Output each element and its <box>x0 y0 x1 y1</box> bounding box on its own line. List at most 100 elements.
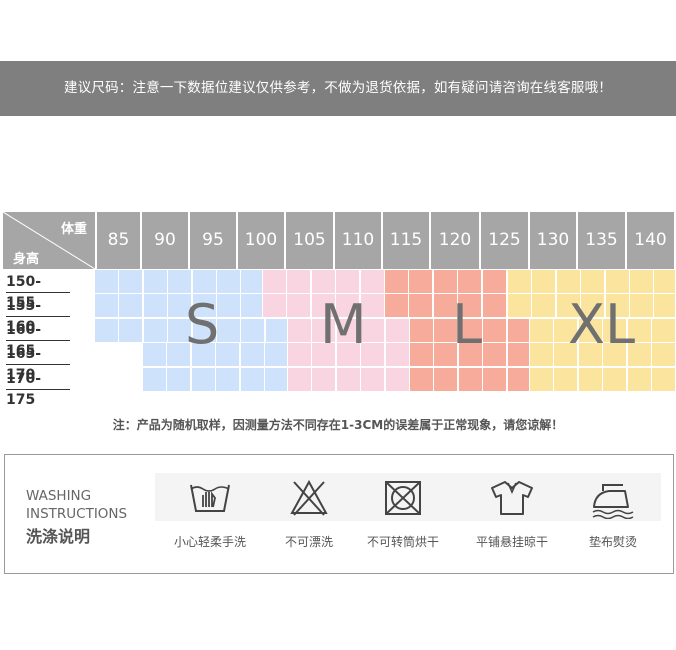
size-cell-s <box>143 343 166 367</box>
hand-wash-icon <box>188 477 232 521</box>
size-cell-l <box>483 318 507 342</box>
size-cell-xl <box>530 318 553 342</box>
weight-header-105: 105 <box>286 212 333 269</box>
size-cell-l <box>409 270 433 293</box>
size-cell-m <box>385 343 409 367</box>
size-cell-m <box>288 343 311 367</box>
size-cell-l <box>483 367 507 391</box>
washing-title-line2: INSTRUCTIONS <box>26 506 128 522</box>
size-cell-l <box>385 294 408 318</box>
size-cell-xl <box>630 270 653 293</box>
size-cell-l <box>482 294 506 318</box>
weight-header-140: 140 <box>627 212 674 269</box>
size-cell-l <box>458 367 482 391</box>
size-letter-l: L <box>452 293 483 356</box>
size-cell-xl <box>654 270 675 293</box>
size-cell-l <box>482 270 506 293</box>
size-cell-xl <box>530 343 553 367</box>
size-cell-s <box>241 294 262 318</box>
washing-instructions-panel: WASHING INSTRUCTIONS 洗涤说明 小心轻柔手洗 不可漂洗 不可… <box>4 454 674 574</box>
size-cell-s <box>95 270 118 293</box>
size-cell-s <box>143 367 166 391</box>
iron-label: 垫布熨烫 <box>588 535 637 549</box>
weight-header-90: 90 <box>142 212 188 269</box>
size-cell-l <box>507 318 529 342</box>
chart-corner-header: 体重 身高 <box>3 212 95 269</box>
size-cell-m <box>287 270 311 293</box>
size-cell-xl <box>532 270 556 293</box>
height-header-label: 身高 <box>13 252 40 267</box>
size-cell-m <box>385 318 409 342</box>
size-cell-s <box>119 270 143 293</box>
weight-header-125: 125 <box>481 212 528 269</box>
size-cell-m <box>288 318 311 342</box>
size-cell-s <box>119 294 143 318</box>
size-cell-m <box>263 270 286 293</box>
size-cell-l <box>385 270 408 293</box>
size-cell-s <box>265 367 287 391</box>
size-cell-l <box>507 367 529 391</box>
weight-header-100: 100 <box>238 212 284 269</box>
size-cell-l <box>410 318 433 342</box>
weight-header-85: 85 <box>97 212 140 269</box>
washing-title-en: WASHING INSTRUCTIONS <box>26 487 127 523</box>
iron-icon <box>589 481 635 523</box>
size-letter-s: S <box>185 293 220 356</box>
size-cell-m <box>361 367 385 391</box>
size-cell-m <box>385 367 409 391</box>
size-cell-l <box>458 270 482 293</box>
size-cell-s <box>217 270 240 293</box>
size-cell-s <box>241 318 265 342</box>
size-cell-m <box>336 367 360 391</box>
weight-header-110: 110 <box>335 212 381 269</box>
size-cell-s <box>143 270 167 293</box>
no-bleach-icon <box>289 479 329 521</box>
size-cell-s <box>191 367 215 391</box>
size-cell-xl <box>652 343 675 367</box>
size-cell-xl <box>654 294 675 318</box>
flat-dry-icon <box>489 479 535 521</box>
size-advice-banner: 建议尺码：注意一下数据位建议仅供参考，不做为退货依据，如有疑问请咨询在线客服哦！ <box>0 61 676 116</box>
weight-header-130: 130 <box>530 212 576 269</box>
weight-header-115: 115 <box>383 212 429 269</box>
size-cell-s <box>217 294 240 318</box>
size-cell-s <box>143 294 167 318</box>
size-cell-s <box>216 367 240 391</box>
size-cell-s <box>265 343 287 367</box>
height-label-170-175: 170-175 <box>6 369 70 408</box>
weight-header-95: 95 <box>190 212 236 269</box>
size-cell-m <box>312 367 336 391</box>
size-cell-m <box>336 270 360 293</box>
size-cell-s <box>217 318 240 342</box>
size-cell-s <box>240 343 264 367</box>
height-label-155-160: 155-160 <box>6 296 70 335</box>
size-cell-xl <box>581 270 605 293</box>
size-cell-xl <box>652 318 675 342</box>
no-tumble-dry-label: 不可转筒烘干 <box>366 535 439 549</box>
hand-wash-label: 小心轻柔手洗 <box>173 535 246 549</box>
size-cell-l <box>507 343 529 367</box>
size-cell-s <box>240 367 264 391</box>
flat-dry-label: 平铺悬挂晾干 <box>475 535 548 549</box>
washing-title-cn: 洗涤说明 <box>26 527 91 546</box>
size-cell-xl <box>508 294 531 318</box>
weight-header-135: 135 <box>578 212 625 269</box>
height-label-150-155: 150-155 <box>6 272 70 311</box>
size-cell-m <box>360 270 384 293</box>
measurement-note: 注：产品为随机取样，因测量方法不同存在1-3CM的误差属于正常现象，请您谅解！ <box>112 418 564 432</box>
size-cell-l <box>410 343 433 367</box>
size-cell-xl <box>554 367 578 391</box>
size-cell-s <box>241 270 262 293</box>
size-cell-s <box>216 343 240 367</box>
size-cell-l <box>433 270 457 293</box>
size-cell-s <box>167 367 191 391</box>
size-cell-l <box>483 343 507 367</box>
size-cell-xl <box>532 294 556 318</box>
size-cell-l <box>410 367 433 391</box>
size-cell-m <box>311 270 335 293</box>
size-cell-m <box>287 294 311 318</box>
size-cell-s <box>95 318 118 342</box>
size-cell-xl <box>530 367 553 391</box>
weight-header-120: 120 <box>431 212 479 269</box>
size-cell-xl <box>627 367 651 391</box>
